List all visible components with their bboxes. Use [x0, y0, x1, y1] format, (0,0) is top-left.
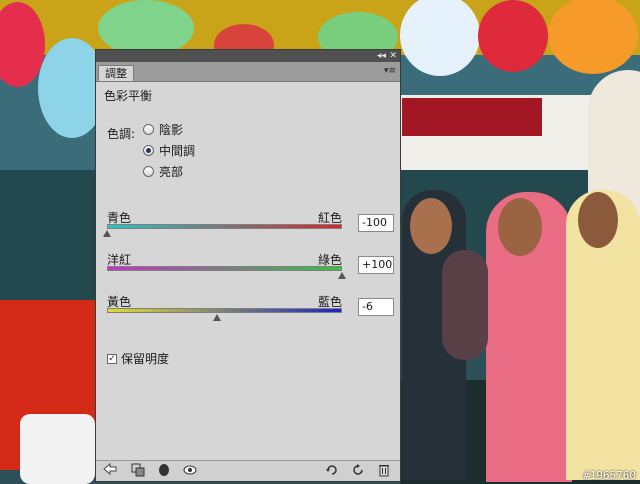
- radio-highlights[interactable]: 亮部: [143, 163, 183, 179]
- panel-title: 色彩平衡: [104, 89, 153, 103]
- magenta-green-thumb[interactable]: [338, 272, 346, 279]
- refresh-icon[interactable]: [350, 463, 366, 479]
- panel-tabbar: 調整 ▾≡: [96, 62, 400, 82]
- magenta-green-slider: 洋紅 綠色 +100: [107, 251, 394, 279]
- watermark-text: #1965760: [583, 469, 636, 482]
- visibility-eye-icon[interactable]: [182, 463, 198, 479]
- cyan-red-value[interactable]: -100: [358, 214, 394, 232]
- radio-shadows-icon[interactable]: [143, 123, 154, 135]
- magenta-green-track[interactable]: [107, 266, 342, 271]
- mask-icon[interactable]: [156, 463, 172, 479]
- cyan-red-slider: 青色 紅色 -100: [103, 209, 394, 237]
- close-panel-button[interactable]: ✕: [389, 50, 397, 62]
- magenta-green-value[interactable]: +100: [358, 256, 394, 274]
- trash-icon[interactable]: [376, 463, 392, 479]
- yellow-blue-thumb[interactable]: [213, 314, 222, 321]
- adjustments-panel: ◂◂ ✕ 調整 ▾≡ 色彩平衡 色調: 陰影 中間調 亮部 青色 紅色 -100…: [95, 49, 401, 482]
- panel-titlebar[interactable]: ◂◂ ✕: [96, 50, 400, 62]
- yellow-blue-track[interactable]: [107, 308, 342, 313]
- collapse-panel-button[interactable]: ◂◂: [377, 50, 386, 62]
- cyan-red-thumb[interactable]: [103, 230, 111, 237]
- back-arrow-icon[interactable]: [102, 462, 118, 479]
- preserve-luminosity[interactable]: ✓ 保留明度: [107, 350, 169, 367]
- tone-label: 色調:: [107, 127, 136, 141]
- radio-midtones[interactable]: 中間調: [143, 142, 195, 158]
- preserve-luminosity-checkbox[interactable]: ✓: [107, 353, 117, 364]
- tab-adjustments[interactable]: 調整: [98, 65, 134, 81]
- preserve-luminosity-label: 保留明度: [121, 352, 170, 366]
- panel-menu-icon[interactable]: ▾≡: [384, 66, 396, 77]
- panel-bottom-bar: [96, 460, 400, 481]
- clip-to-layer-icon[interactable]: [130, 463, 146, 479]
- yellow-blue-value[interactable]: -6: [358, 298, 394, 316]
- cyan-red-track[interactable]: [107, 224, 342, 229]
- radio-highlights-icon[interactable]: [143, 165, 154, 177]
- reset-icon[interactable]: [324, 463, 340, 479]
- radio-shadows-label: 陰影: [159, 122, 184, 137]
- yellow-blue-slider: 黃色 藍色 -6: [107, 293, 394, 321]
- radio-midtones-icon[interactable]: [143, 144, 154, 156]
- radio-shadows[interactable]: 陰影: [143, 121, 183, 137]
- radio-highlights-label: 亮部: [159, 164, 184, 179]
- radio-midtones-label: 中間調: [159, 143, 196, 158]
